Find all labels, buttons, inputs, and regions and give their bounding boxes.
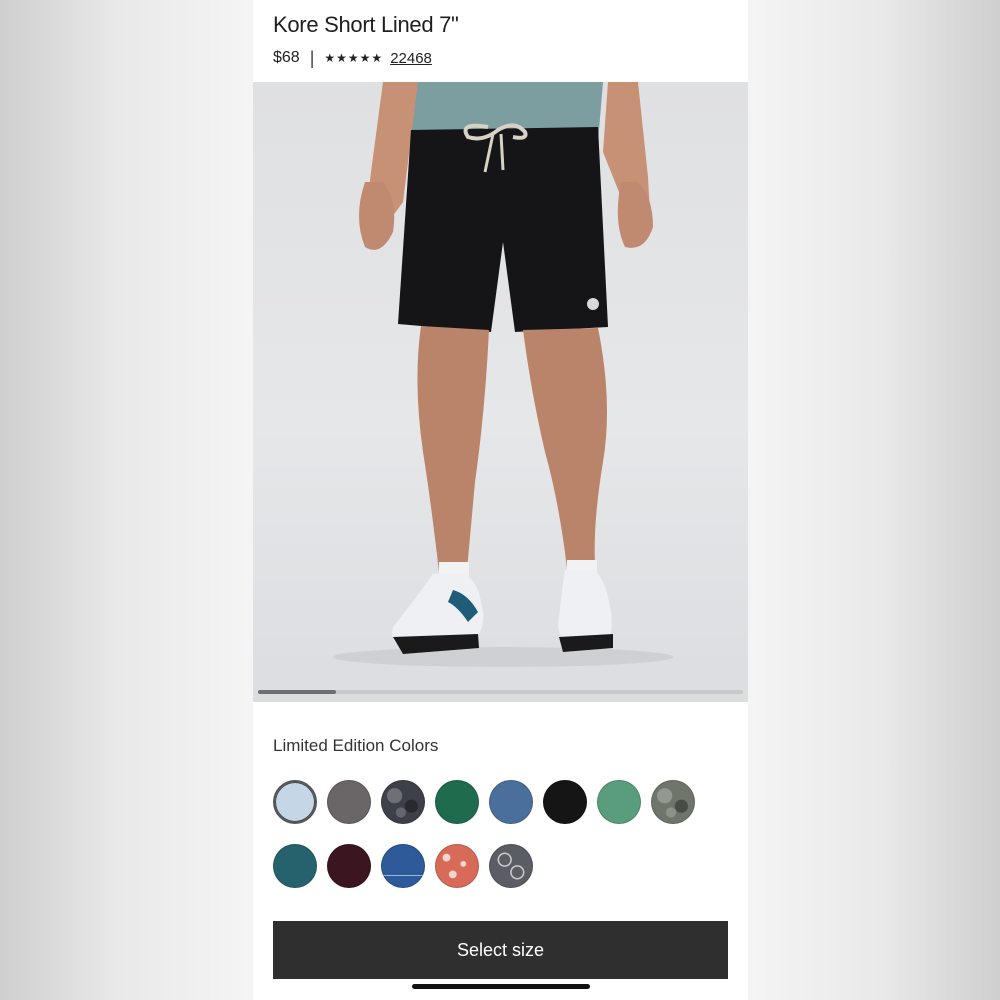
color-swatch-sage-green[interactable] (597, 780, 641, 824)
price-rating-row: $68 | ★★★★★ 22468 (273, 46, 432, 70)
product-photo[interactable] (253, 82, 748, 702)
color-swatch-teal[interactable] (273, 844, 317, 888)
home-indicator[interactable] (412, 984, 590, 989)
product-title: Kore Short Lined 7" (273, 12, 459, 37)
color-swatch-black[interactable] (543, 780, 587, 824)
select-size-button[interactable]: Select size (273, 921, 728, 979)
review-count-link[interactable]: 22468 (390, 50, 432, 67)
color-swatch-burgundy[interactable] (327, 844, 371, 888)
color-swatch-grey-floral[interactable] (489, 844, 533, 888)
model-wearing-shorts-image (333, 82, 673, 667)
color-swatch-forest-green[interactable] (435, 780, 479, 824)
star-rating: ★★★★★ (324, 51, 384, 65)
product-screen: Kore Short Lined 7" $68 | ★★★★★ 22468 Li… (253, 0, 748, 1000)
color-swatch-charcoal-grey[interactable] (327, 780, 371, 824)
color-swatch-slate-blue[interactable] (489, 780, 533, 824)
color-swatch-light-blue[interactable] (273, 780, 317, 824)
colors-heading: Limited Edition Colors (273, 736, 439, 755)
color-swatch-olive-camo[interactable] (651, 780, 695, 824)
separator: | (309, 47, 315, 68)
gallery-scroll-thumb[interactable] (258, 690, 336, 694)
gallery-scroll-indicator[interactable] (258, 690, 743, 694)
product-price: $68 (273, 49, 300, 66)
color-swatch-dark-camo[interactable] (381, 780, 425, 824)
color-swatch-royal-blue-stripe[interactable] (381, 844, 425, 888)
color-swatch-coral-print[interactable] (435, 844, 479, 888)
